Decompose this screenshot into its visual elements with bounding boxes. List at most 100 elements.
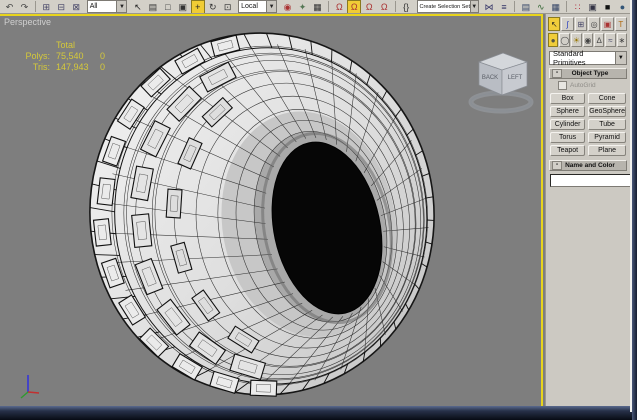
snap-toggle-3d-icon[interactable]: Ω — [332, 0, 346, 13]
angle-snap-icon[interactable]: Ω — [347, 0, 362, 13]
tris-total: 147,943 — [56, 62, 89, 72]
layer-manager-icon[interactable]: ▤ — [519, 0, 533, 13]
toolbar-separator — [514, 1, 516, 12]
material-editor-icon[interactable]: ∷ — [571, 0, 585, 13]
mirror-icon[interactable]: ⋈ — [482, 0, 496, 13]
viewcube[interactable]: BACK LEFT — [455, 48, 543, 114]
select-and-link-icon[interactable]: ⊞ — [39, 0, 53, 13]
named-selection-set-dropdown[interactable]: Create Selection Set ▼ — [416, 0, 479, 13]
pyramid-button[interactable]: Pyramid — [588, 132, 626, 143]
chevron-down-icon[interactable]: ▼ — [116, 1, 127, 12]
percent-snap-icon[interactable]: Ω — [362, 0, 376, 13]
autogrid-label: AutoGrid — [570, 82, 596, 89]
render-setup-icon[interactable]: ▣ — [586, 0, 600, 13]
tab-motion[interactable]: ◎ — [587, 17, 601, 31]
select-and-manipulate-icon[interactable]: ✦ — [296, 0, 310, 13]
chevron-down-icon[interactable]: ▼ — [470, 1, 478, 12]
curve-editor-icon[interactable]: ∿ — [534, 0, 548, 13]
tris-selected: 0 — [100, 62, 106, 72]
viewcube-back-label[interactable]: BACK — [482, 75, 498, 81]
toolbar-separator — [327, 1, 329, 12]
redo-icon[interactable]: ↷ — [17, 0, 31, 13]
teapot-button[interactable]: Teapot — [550, 145, 586, 156]
tab-display[interactable]: ▣ — [601, 17, 614, 31]
select-and-rotate-icon[interactable]: ↻ — [206, 0, 220, 13]
autogrid-row: AutoGrid — [558, 81, 630, 90]
selection-filter-dropdown[interactable]: All ▼ — [86, 0, 128, 13]
plane-button[interactable]: Plane — [588, 145, 626, 156]
unlink-selection-icon[interactable]: ⊟ — [54, 0, 68, 13]
edit-named-selections-icon[interactable]: {} — [399, 0, 413, 13]
name-and-color-rollout[interactable]: - Name and Color — [549, 160, 627, 171]
viewport-statistics: Total Polys: 75,540 0 Tris: 147,943 0 — [16, 40, 122, 73]
stats-header-row: Total — [16, 40, 122, 51]
tab-hierarchy[interactable]: ⊞ — [574, 17, 587, 31]
main-toolbar: ↶ ↷ ⊞ ⊟ ⊠ All ▼ ↖ ▤ □ ▣ + ↻ ⊡ Local ▼ ◉ ✦ ▦ Ω Ω Ω Ω{} Create Se… — [0, 0, 632, 14]
category-geometry[interactable]: ● — [548, 33, 559, 47]
bind-to-space-warp-icon[interactable]: ⊠ — [69, 0, 83, 13]
cone-button[interactable]: Cone — [588, 93, 626, 104]
category-shapes[interactable]: ◯ — [559, 33, 571, 47]
category-cameras[interactable]: ◉ — [582, 33, 593, 47]
collapse-icon[interactable]: - — [552, 69, 562, 78]
geosphere-button[interactable]: GeoSphere — [588, 106, 626, 117]
subcategory-dropdown[interactable]: Standard Primitives ▼ — [549, 49, 627, 67]
align-icon[interactable]: ≡ — [497, 0, 511, 13]
category-lights[interactable]: ☀ — [571, 33, 582, 47]
schematic-view-icon[interactable]: ▦ — [549, 0, 563, 13]
select-and-scale-icon[interactable]: ⊡ — [221, 0, 235, 13]
category-helpers[interactable]: ∆ — [593, 33, 605, 47]
object-type-buttons: Box Cone Sphere GeoSphere Cylinder Tube … — [546, 92, 630, 157]
reference-coordinate-dropdown[interactable]: Local ▼ — [238, 0, 278, 13]
toolbar-separator — [34, 1, 36, 12]
window-bottom-edge — [0, 406, 637, 420]
polys-total: 75,540 — [56, 51, 84, 61]
autogrid-checkbox[interactable] — [558, 81, 567, 90]
undo-icon[interactable]: ↶ — [3, 0, 17, 13]
tab-modify[interactable]: ∫ — [561, 17, 574, 31]
rectangular-selection-region-icon[interactable]: □ — [161, 0, 175, 13]
spinner-snap-icon[interactable]: Ω — [377, 0, 391, 13]
tube-button[interactable]: Tube — [588, 119, 626, 130]
tab-create[interactable]: ↖ — [548, 17, 561, 31]
rollout-title: Name and Color — [565, 162, 615, 169]
category-systems[interactable]: ∗ — [616, 33, 628, 47]
perspective-viewport[interactable]: Perspective Total Polys: 75,540 0 Tris: … — [0, 14, 543, 406]
object-name-input[interactable] — [550, 173, 637, 187]
stats-tris-row: Tris: 147,943 0 — [16, 62, 122, 73]
polys-label: Polys: — [25, 51, 50, 61]
cylinder-button[interactable]: Cylinder — [550, 119, 586, 130]
selection-filter-dropdown-value: All — [89, 3, 98, 10]
select-and-move-icon[interactable]: + — [190, 0, 205, 13]
toolbar-separator — [394, 1, 396, 12]
window-crossing-icon[interactable]: ▣ — [176, 0, 190, 13]
select-by-name-icon[interactable]: ▤ — [146, 0, 160, 13]
world-axis-tripod — [20, 375, 40, 399]
object-type-rollout[interactable]: - Object Type — [549, 68, 627, 79]
box-button[interactable]: Box — [550, 93, 586, 104]
chevron-down-icon[interactable]: ▼ — [614, 52, 626, 64]
rendered-frame-icon[interactable]: ■ — [601, 0, 615, 13]
sphere-button[interactable]: Sphere — [550, 106, 586, 117]
use-pivot-center-icon[interactable]: ◉ — [281, 0, 295, 13]
keyboard-override-icon[interactable]: ▦ — [310, 0, 324, 13]
select-object-icon[interactable]: ↖ — [131, 0, 145, 13]
viewport-label[interactable]: Perspective — [4, 17, 51, 27]
tab-utilities[interactable]: T — [614, 17, 627, 31]
category-space-warps[interactable]: ≈ — [605, 33, 616, 47]
stats-polys-row: Polys: 75,540 0 — [16, 51, 122, 62]
collapse-icon[interactable]: - — [552, 161, 562, 170]
torus-button[interactable]: Torus — [550, 132, 586, 143]
command-panel: ↖ ∫ ⊞ ◎ ▣ T ● ◯ ☀ ◉ ∆ ≈ ∗ Standard Primitives ▼ - O… — [545, 14, 637, 408]
subcategory-value: Standard Primitives — [553, 49, 586, 67]
tris-label: Tris: — [32, 62, 50, 72]
3ds-max-window: ↶ ↷ ⊞ ⊟ ⊠ All ▼ ↖ ▤ □ ▣ + ↻ ⊡ Local ▼ ◉ ✦ ▦ Ω Ω Ω Ω{} Create Se… — [0, 0, 637, 420]
command-panel-tabs: ↖ ∫ ⊞ ◎ ▣ T — [546, 16, 630, 32]
named-selection-set-dropdown-value: Create Selection Set — [419, 3, 470, 10]
render-production-icon[interactable]: ● — [616, 0, 630, 13]
name-color-row — [550, 173, 637, 187]
toolbar-separator — [566, 1, 568, 12]
chevron-down-icon[interactable]: ▼ — [266, 1, 277, 12]
rollout-title: Object Type — [571, 70, 609, 77]
viewcube-left-label[interactable]: LEFT — [508, 75, 523, 81]
